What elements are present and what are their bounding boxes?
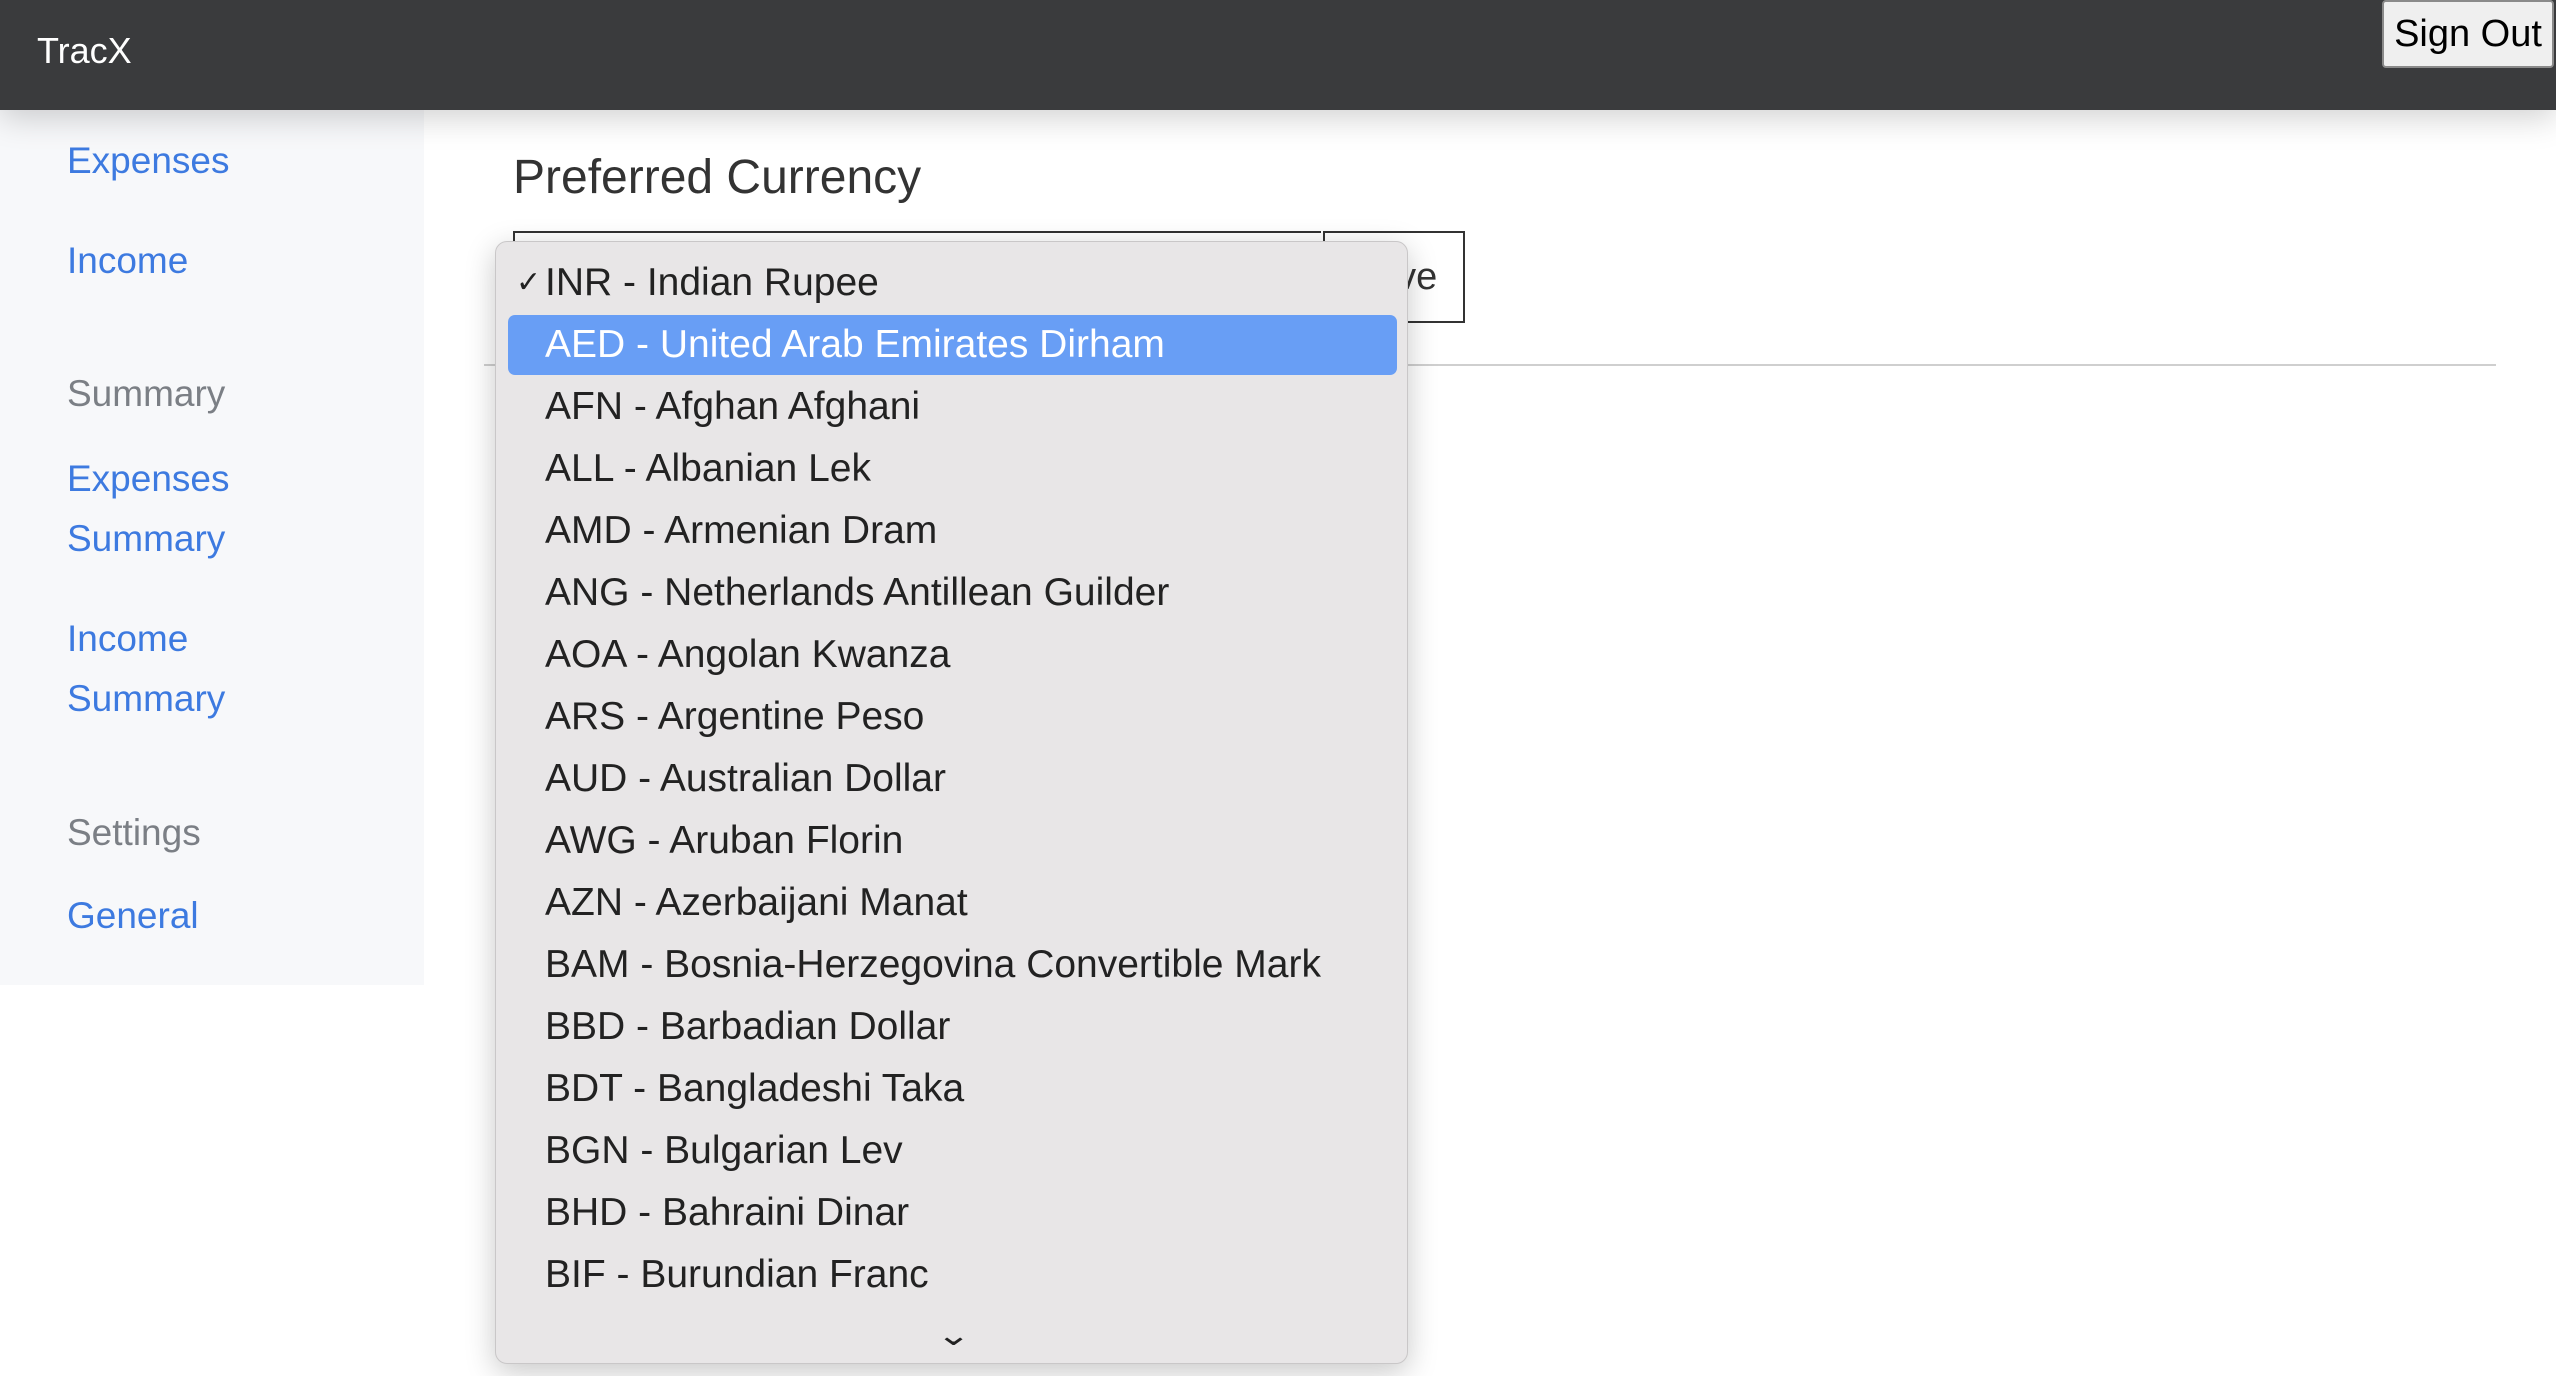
sign-out-button[interactable]: Sign Out [2382,0,2554,68]
sidebar: Expenses Income Summary Expenses Summary… [0,110,424,985]
currency-option[interactable]: BBD - Barbadian Dollar [508,997,1397,1057]
sidebar-item-expenses[interactable]: Expenses [67,131,230,191]
sidebar-item-label[interactable]: Income [67,609,188,669]
currency-option[interactable]: BIF - Burundian Franc [508,1245,1397,1305]
scroll-down-chevron-icon[interactable]: ⌄ [936,1318,971,1353]
currency-option-label: AOA - Angolan Kwanza [545,633,951,676]
currency-option[interactable]: ANG - Netherlands Antillean Guilder [508,563,1397,623]
sidebar-item-label[interactable]: Summary [67,669,225,729]
brand-logo[interactable]: TracX [37,30,132,72]
currency-option-label: AUD - Australian Dollar [545,757,946,800]
currency-option-label: BAM - Bosnia-Herzegovina Convertible Mar… [545,943,1321,986]
page-title: Preferred Currency [513,151,922,204]
currency-option-label: BGN - Bulgarian Lev [545,1129,903,1172]
sidebar-item-label[interactable]: Expenses [67,449,230,509]
currency-option[interactable]: BHD - Bahraini Dinar [508,1183,1397,1243]
currency-option-label: AED - United Arab Emirates Dirham [545,323,1165,366]
sidebar-item-general[interactable]: General [67,886,199,946]
currency-option[interactable]: ARS - Argentine Peso [508,687,1397,747]
currency-option[interactable]: AUD - Australian Dollar [508,749,1397,809]
currency-option[interactable]: AMD - Armenian Dram [508,501,1397,561]
currency-option[interactable]: ALL - Albanian Lek [508,439,1397,499]
sidebar-item-income[interactable]: Income [67,231,188,291]
currency-option[interactable]: AOA - Angolan Kwanza [508,625,1397,685]
currency-option[interactable]: ✓ INR - Indian Rupee [508,253,1397,313]
currency-option-label: AZN - Azerbaijani Manat [545,881,968,924]
sidebar-item-label[interactable]: Summary [67,509,225,569]
currency-option-label: ANG - Netherlands Antillean Guilder [545,571,1170,614]
currency-option-label: AWG - Aruban Florin [545,819,904,862]
currency-option-label: BBD - Barbadian Dollar [545,1005,951,1048]
currency-option-label: ALL - Albanian Lek [545,447,871,490]
currency-dropdown-list[interactable]: ⌄ ✓ INR - Indian Rupee AED - United Arab E… [495,241,1408,1364]
top-navbar: TracX Sign Out [0,0,2556,110]
currency-option[interactable]: BGN - Bulgarian Lev [508,1121,1397,1181]
sidebar-heading-summary: Summary [67,373,226,414]
currency-option[interactable]: AED - United Arab Emirates Dirham [508,315,1397,375]
currency-option-label: ARS - Argentine Peso [545,695,925,738]
currency-option-label: AMD - Armenian Dram [545,509,938,552]
currency-option-label: AFN - Afghan Afghani [545,385,921,428]
currency-option-label: BIF - Burundian Franc [545,1253,929,1296]
currency-option-label: BDT - Bangladeshi Taka [545,1067,965,1110]
currency-option[interactable]: AWG - Aruban Florin [508,811,1397,871]
currency-option-label: BHD - Bahraini Dinar [545,1191,910,1234]
currency-option[interactable]: AZN - Azerbaijani Manat [508,873,1397,933]
sidebar-heading-settings: Settings [67,812,201,853]
currency-option-label: INR - Indian Rupee [545,261,879,304]
currency-option[interactable]: BAM - Bosnia-Herzegovina Convertible Mar… [508,935,1397,995]
currency-option[interactable]: AFN - Afghan Afghani [508,377,1397,437]
checkmark-icon: ✓ [516,266,542,299]
currency-option[interactable]: BDT - Bangladeshi Taka [508,1059,1397,1119]
